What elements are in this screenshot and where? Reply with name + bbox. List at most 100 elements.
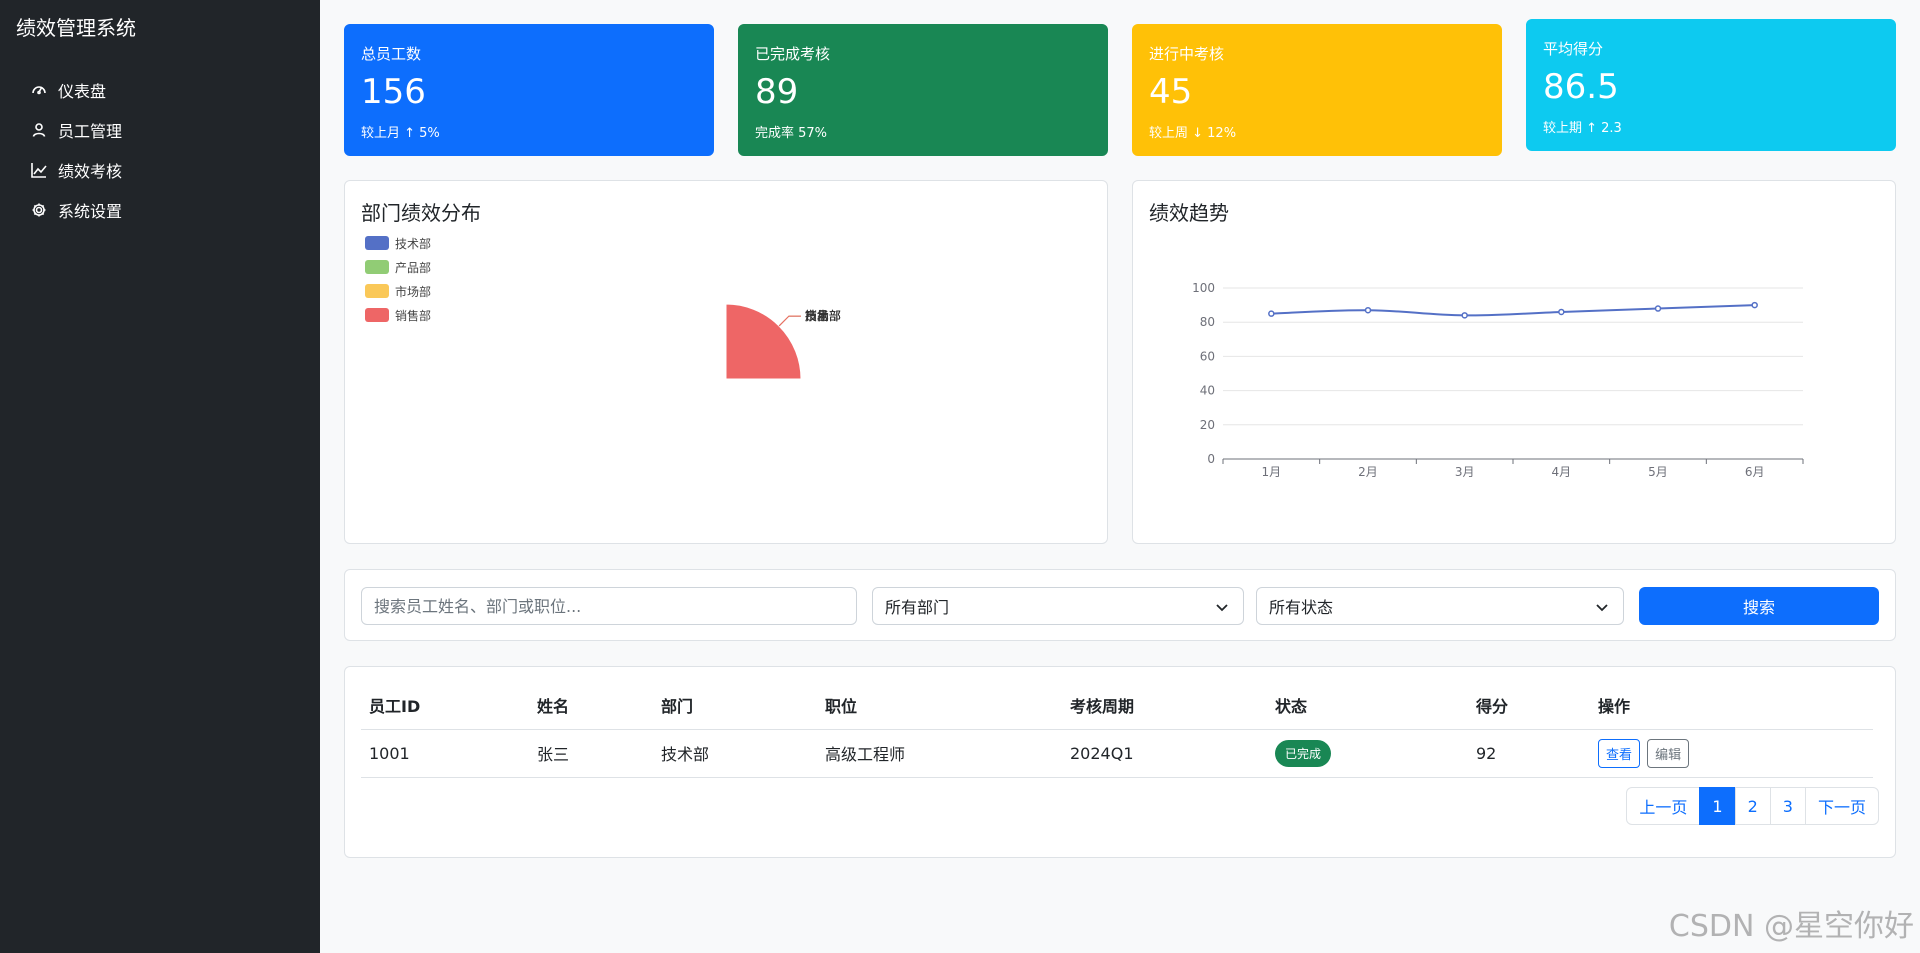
stat-card-average-score: 平均得分 86.5 较上期 ↑ 2.3 — [1526, 19, 1896, 151]
stat-value: 89 — [755, 72, 799, 112]
column-header: 姓名 — [529, 681, 653, 730]
data-point — [1558, 308, 1565, 316]
cell-score: 92 — [1468, 729, 1590, 778]
table-row: 1001 张三 技术部 高级工程师 2024Q1 已完成 92 查看 编辑 — [361, 729, 1873, 778]
stat-subtext: 完成率 57% — [755, 126, 828, 141]
y-tick-label: 20 — [1200, 418, 1215, 432]
pie-leader-line — [778, 315, 801, 327]
sidebar: 绩效管理系统 仪表盘 员工管理 绩效考核 系统设置 — [0, 0, 320, 953]
status-badge: 已完成 — [1275, 739, 1332, 767]
data-point — [1268, 310, 1275, 317]
employee-table-panel: 员工ID 姓名 部门 职位 考核周期 状态 得分 操作 1001 张三 技术部 … — [344, 666, 1896, 858]
search-button[interactable]: 搜索 — [1639, 587, 1879, 625]
stat-title: 平均得分 — [1543, 40, 1604, 58]
gear-icon — [30, 201, 48, 219]
brand-title: 绩效管理系统 — [16, 16, 136, 40]
sidebar-item-label: 员工管理 — [58, 122, 123, 141]
column-header: 部门 — [653, 681, 817, 730]
sidebar-item-label: 绩效考核 — [58, 162, 123, 181]
search-input[interactable] — [361, 587, 857, 625]
stat-subtext: 较上周 ↓ 12% — [1149, 126, 1237, 141]
stat-value: 86.5 — [1543, 67, 1619, 107]
data-point — [1751, 301, 1758, 309]
column-header: 职位 — [817, 681, 1062, 730]
stat-card-total-employees: 总员工数 156 较上月 ↑ 5% — [344, 24, 714, 156]
stat-card-in-progress: 进行中考核 45 较上周 ↓ 12% — [1132, 24, 1502, 156]
stat-card-completed: 已完成考核 89 完成率 57% — [738, 24, 1108, 156]
dept-distribution-panel: 部门绩效分布 技术部 产品部 市场部 销售部 技术部 产品部 市场部 销售部 — [344, 180, 1108, 544]
data-point — [1364, 306, 1372, 314]
performance-trend-panel: 绩效趋势 0 20 40 60 80 100 1月 2月 3月 4月 5月 6月 — [1132, 180, 1896, 544]
person-icon — [30, 121, 48, 139]
sidebar-item-label: 系统设置 — [58, 202, 123, 221]
sidebar-item-settings[interactable]: 系统设置 — [30, 190, 122, 230]
cell-period: 2024Q1 — [1062, 729, 1267, 778]
stat-title: 进行中考核 — [1149, 45, 1225, 63]
status-select[interactable]: 所有状态 — [1256, 587, 1624, 625]
pie-label: 销售部 — [805, 308, 841, 323]
x-tick-label: 5月 — [1648, 465, 1668, 479]
department-select[interactable]: 所有部门 — [872, 587, 1244, 625]
column-header: 得分 — [1468, 681, 1590, 730]
next-page-button[interactable]: 下一页 — [1804, 787, 1879, 825]
series-line — [1271, 304, 1755, 317]
employee-table: 员工ID 姓名 部门 职位 考核周期 状态 得分 操作 1001 张三 技术部 … — [361, 681, 1873, 778]
y-tick-label: 100 — [1192, 281, 1215, 295]
sidebar-item-employees[interactable]: 员工管理 — [30, 110, 122, 150]
stat-title: 总员工数 — [361, 45, 422, 63]
cell-employee-id: 1001 — [361, 729, 529, 778]
pie-slice-4 — [725, 303, 802, 380]
table-header-row: 员工ID 姓名 部门 职位 考核周期 状态 得分 操作 — [361, 681, 1873, 730]
pie-leader-line — [778, 315, 801, 327]
sidebar-item-dashboard[interactable]: 仪表盘 — [30, 70, 122, 110]
main-content: 总员工数 156 较上月 ↑ 5% 已完成考核 89 完成率 57% 进行中考核… — [320, 0, 1920, 953]
stat-value: 156 — [361, 72, 426, 112]
column-header: 考核周期 — [1062, 681, 1267, 730]
cell-position: 高级工程师 — [817, 729, 1062, 778]
pie-leader-line — [778, 315, 801, 327]
edit-button[interactable]: 编辑 — [1647, 738, 1690, 768]
column-header: 状态 — [1267, 681, 1468, 730]
x-tick-label: 1月 — [1262, 465, 1282, 479]
pie-chart: 技术部产品部市场部销售部 — [725, 303, 841, 380]
view-button[interactable]: 查看 — [1598, 738, 1641, 768]
pie-leader-line — [778, 315, 801, 327]
x-tick-label: 4月 — [1552, 465, 1572, 479]
chart-line-icon — [30, 161, 48, 179]
y-tick-label: 0 — [1207, 452, 1215, 466]
chevron-down-icon — [1216, 604, 1228, 612]
page-button-3[interactable]: 3 — [1769, 787, 1806, 825]
data-point — [1654, 305, 1662, 312]
sidebar-nav: 仪表盘 员工管理 绩效考核 系统设置 — [30, 70, 122, 230]
page-button-1[interactable]: 1 — [1699, 787, 1736, 825]
prev-page-button[interactable]: 上一页 — [1626, 787, 1701, 825]
chevron-down-icon — [1596, 604, 1608, 612]
column-header: 操作 — [1590, 681, 1873, 730]
department-select-value: 所有部门 — [885, 598, 950, 617]
column-header: 员工ID — [361, 681, 529, 730]
x-tick-label: 6月 — [1745, 465, 1765, 479]
page-button-2[interactable]: 2 — [1734, 787, 1771, 825]
stat-value: 45 — [1149, 72, 1193, 112]
y-tick-label: 40 — [1200, 384, 1215, 398]
sidebar-item-performance[interactable]: 绩效考核 — [30, 150, 122, 190]
cell-department: 技术部 — [653, 729, 817, 778]
y-tick-label: 80 — [1200, 315, 1215, 329]
status-select-value: 所有状态 — [1269, 598, 1334, 617]
cell-status: 已完成 — [1267, 729, 1468, 778]
filter-panel: 所有部门 所有状态 搜索 — [344, 569, 1896, 641]
line-chart: 0 20 40 60 80 100 1月 2月 3月 4月 5月 6月 — [1192, 281, 1804, 479]
x-tick-label: 2月 — [1358, 465, 1378, 479]
pagination: 上一页 1 2 3 下一页 — [1626, 787, 1879, 825]
watermark: CSDN @星空你好 — [1668, 909, 1914, 944]
stat-subtext: 较上月 ↑ 5% — [361, 126, 440, 141]
dashboard-icon — [30, 81, 48, 99]
data-point — [1461, 312, 1468, 319]
y-tick-label: 60 — [1200, 349, 1215, 363]
sidebar-item-label: 仪表盘 — [58, 82, 107, 101]
x-tick-label: 3月 — [1455, 465, 1475, 479]
stat-subtext: 较上期 ↑ 2.3 — [1543, 121, 1622, 136]
cell-name: 张三 — [529, 729, 653, 778]
cell-actions: 查看 编辑 — [1590, 729, 1873, 778]
stat-title: 已完成考核 — [755, 45, 831, 63]
